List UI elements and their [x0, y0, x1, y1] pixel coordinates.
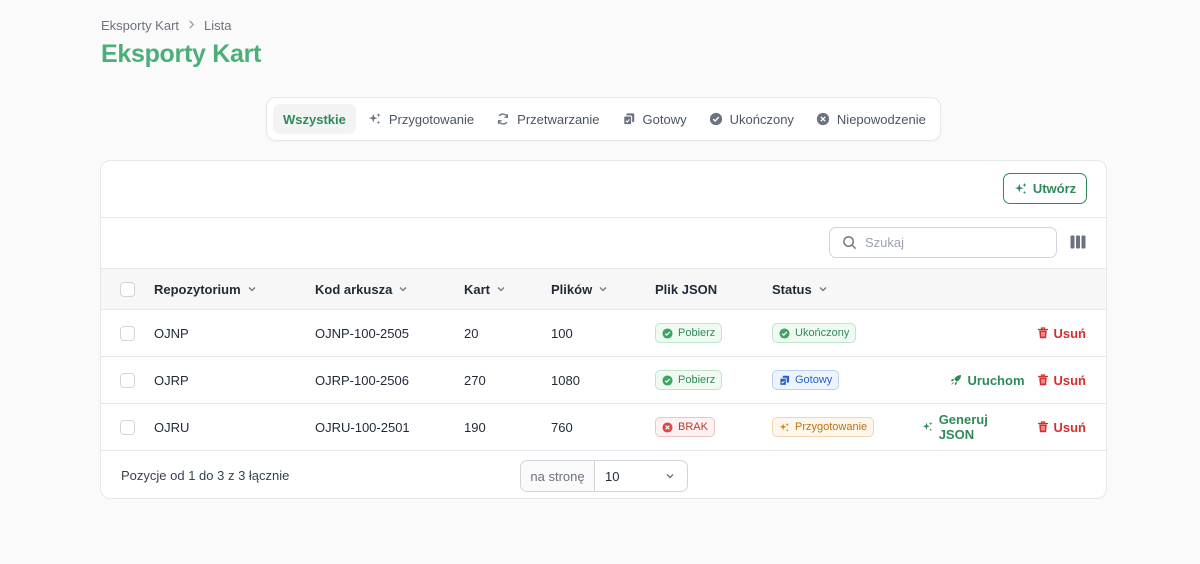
column-header-files[interactable]: Plików	[551, 269, 655, 310]
cell-files: 100	[551, 325, 573, 341]
json-download-badge[interactable]: Pobierz	[655, 323, 723, 343]
chevron-down-icon	[666, 474, 674, 479]
tab-label: Przygotowanie	[388, 111, 475, 127]
tab-completed[interactable]: Ukończony	[699, 104, 804, 134]
refresh-icon	[496, 112, 510, 126]
page-title: Eksporty Kart	[101, 40, 262, 68]
cell-repo: OJRP	[154, 372, 189, 388]
status-badge: Ukończony	[772, 323, 857, 343]
delete-button[interactable]: Usuń	[1037, 326, 1086, 341]
cell-cards: 190	[464, 419, 486, 435]
table-header-row: Repozytorium Kod arkusza Kart Plików Pli…	[101, 268, 1106, 310]
documents-icon	[779, 375, 790, 386]
check-circle-icon	[662, 374, 673, 386]
row-checkbox[interactable]	[120, 373, 135, 389]
row-checkbox[interactable]	[120, 326, 135, 342]
status-badge: Gotowy	[772, 370, 840, 390]
column-header-cards[interactable]: Kart	[464, 269, 551, 310]
tab-failed[interactable]: Niepowodzenie	[806, 104, 936, 134]
table-row: OJRP OJRP-100-2506 270 1080 Pobierz Goto…	[101, 357, 1106, 404]
select-all-checkbox[interactable]	[120, 282, 135, 298]
generate-json-button[interactable]: Generuj JSON	[922, 412, 1025, 442]
tab-label: Przetwarzanie	[517, 111, 600, 127]
card-header: Utwórz	[101, 161, 1106, 218]
status-badge: Przygotowanie	[772, 417, 875, 437]
trash-icon	[1037, 421, 1048, 433]
per-page-value[interactable]: 10	[595, 461, 687, 491]
tab-label: Gotowy	[642, 111, 687, 127]
table-toolbar	[101, 218, 1106, 268]
delete-button[interactable]: Usuń	[1037, 373, 1086, 388]
tab-label: Ukończony	[729, 111, 794, 127]
cell-repo: OJNP	[154, 325, 189, 341]
cell-code: OJNP-100-2505	[315, 325, 409, 341]
sparkles-icon	[779, 422, 789, 432]
table-row: OJRU OJRU-100-2501 190 760 BRAK Przygoto…	[101, 404, 1106, 451]
chevron-down-icon	[399, 287, 407, 292]
check-circle-icon	[779, 327, 790, 339]
check-circle-icon	[709, 112, 723, 126]
breadcrumb-parent[interactable]: Eksporty Kart	[101, 18, 179, 33]
tab-label: Niepowodzenie	[836, 111, 926, 127]
json-download-badge[interactable]: Pobierz	[655, 370, 723, 390]
cell-cards: 20	[464, 325, 479, 341]
rocket-icon	[951, 375, 962, 386]
column-header-code[interactable]: Kod arkusza	[315, 269, 464, 310]
json-missing-badge: BRAK	[655, 417, 715, 437]
run-button[interactable]: Uruchom	[950, 373, 1025, 388]
trash-icon	[1037, 374, 1048, 386]
breadcrumb-current: Lista	[204, 18, 232, 33]
chevron-right-icon	[187, 19, 196, 32]
search-input[interactable]	[865, 235, 1035, 250]
cell-files: 1080	[551, 372, 580, 388]
table-footer: Pozycje od 1 do 3 z 3 łącznie na stronę …	[101, 451, 1106, 498]
check-circle-icon	[662, 327, 673, 339]
create-button-label: Utwórz	[1032, 181, 1077, 196]
tab-label: Wszystkie	[283, 111, 346, 127]
status-tabs: Wszystkie Przygotowanie Przetwarzanie Go…	[266, 97, 941, 141]
breadcrumb: Eksporty Kart Lista	[101, 18, 232, 33]
pagination-summary: Pozycje od 1 do 3 z 3 łącznie	[121, 468, 290, 483]
trash-icon	[1037, 327, 1048, 339]
search-icon	[842, 235, 857, 250]
chevron-down-icon	[599, 287, 607, 292]
cell-repo: OJRU	[154, 419, 190, 435]
per-page-select[interactable]: na stronę 10	[520, 460, 688, 492]
sparkles-icon	[368, 112, 382, 126]
sparkles-icon	[1014, 182, 1028, 196]
exports-table-card: Utwórz Repozytorium K	[100, 160, 1107, 499]
tab-ready[interactable]: Gotowy	[612, 104, 697, 134]
cell-code: OJRU-100-2501	[315, 419, 410, 435]
delete-button[interactable]: Usuń	[1037, 420, 1086, 435]
chevron-down-icon	[497, 287, 505, 292]
tab-preparation[interactable]: Przygotowanie	[358, 104, 484, 134]
table-row: OJNP OJNP-100-2505 20 100 Pobierz Ukończ…	[101, 310, 1106, 357]
x-circle-icon	[662, 421, 673, 433]
tab-processing[interactable]: Przetwarzanie	[486, 104, 609, 134]
cell-cards: 270	[464, 372, 486, 388]
chevron-down-icon	[248, 287, 256, 292]
x-circle-icon	[816, 112, 830, 126]
row-actions: Generuj JSON Usuń	[922, 412, 1106, 442]
column-header-repo[interactable]: Repozytorium	[154, 269, 315, 310]
exports-table: Repozytorium Kod arkusza Kart Plików Pli…	[101, 268, 1106, 451]
row-actions: Usuń	[922, 326, 1106, 341]
sparkles-icon	[922, 421, 933, 432]
columns-toggle-icon[interactable]	[1070, 235, 1086, 249]
row-actions: Uruchom Usuń	[922, 373, 1106, 388]
cell-files: 760	[551, 419, 573, 435]
column-header-json: Plik JSON	[655, 281, 718, 297]
documents-icon	[622, 112, 636, 126]
per-page-label: na stronę	[521, 461, 595, 491]
create-button[interactable]: Utwórz	[1003, 173, 1087, 204]
row-checkbox[interactable]	[120, 420, 135, 436]
chevron-down-icon	[819, 287, 827, 292]
column-header-status[interactable]: Status	[772, 269, 922, 310]
search-box[interactable]	[829, 227, 1057, 258]
cell-code: OJRP-100-2506	[315, 372, 409, 388]
tab-all[interactable]: Wszystkie	[273, 104, 356, 134]
